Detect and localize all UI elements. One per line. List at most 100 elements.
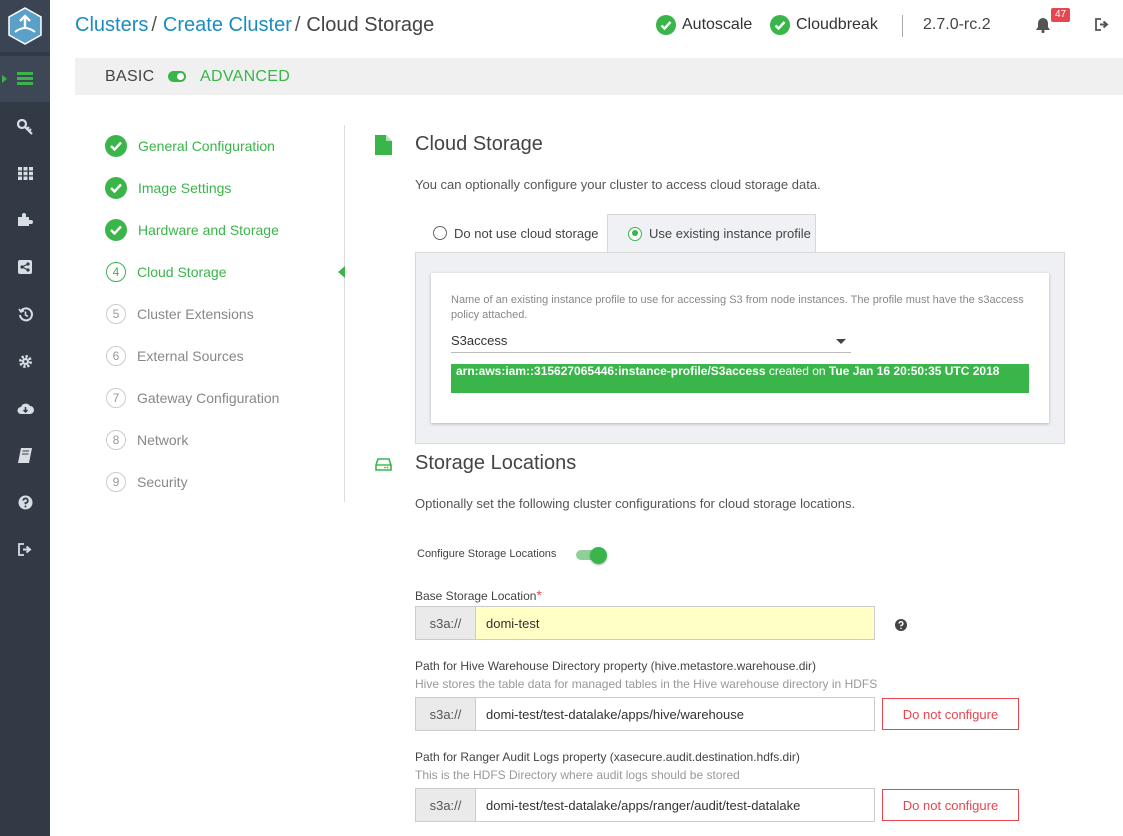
logout-icon	[17, 542, 32, 556]
gear-icon	[18, 354, 32, 368]
tab-label: Do not use cloud storage	[454, 225, 599, 241]
base-storage-label-text: Base Storage Location	[415, 589, 537, 603]
storage-locations-description: Optionally set the following cluster con…	[415, 496, 856, 511]
step-cloud-storage[interactable]: 4 Cloud Storage	[105, 260, 227, 284]
ranger-do-not-configure-button[interactable]: Do not configure	[882, 789, 1019, 821]
ranger-audit-input[interactable]: domi-test/test-datalake/apps/ranger/audi…	[475, 788, 875, 822]
step-number: 6	[106, 346, 126, 366]
step-number: 4	[106, 262, 126, 282]
base-storage-label: Base Storage Location*	[415, 587, 542, 603]
step-network[interactable]: 8 Network	[105, 428, 188, 452]
step-label: General Configuration	[138, 138, 275, 154]
step-hardware-and-storage[interactable]: Hardware and Storage	[105, 218, 279, 242]
radio-existing-instance-profile[interactable]	[628, 226, 642, 241]
ranger-audit-hint: This is the HDFS Directory where audit l…	[415, 768, 740, 782]
cloud-storage-title: Cloud Storage	[415, 133, 543, 155]
tab-no-cloud-storage[interactable]: Do not use cloud storage	[433, 214, 599, 252]
puzzle-icon	[18, 213, 33, 226]
step-label: Image Settings	[138, 180, 232, 196]
hive-do-not-configure-button[interactable]: Do not configure	[882, 698, 1019, 730]
question-icon[interactable]	[895, 619, 907, 631]
left-sidebar	[0, 0, 50, 836]
step-general-configuration[interactable]: General Configuration	[105, 134, 275, 158]
step-number: 9	[106, 472, 126, 492]
instance-profile-select[interactable]: S3access	[451, 331, 851, 353]
file-icon	[375, 135, 392, 155]
step-label: Cloud Storage	[137, 264, 227, 280]
breadcrumb-separator: /	[294, 14, 301, 36]
step-done-check-icon	[105, 177, 127, 199]
configure-storage-toggle[interactable]	[576, 547, 607, 564]
tab-existing-instance-profile[interactable]: Use existing instance profile	[607, 214, 816, 252]
step-label: Hardware and Storage	[138, 222, 279, 238]
top-header: Clusters / Create Cluster / Cloud Storage Au…	[50, 0, 1123, 52]
required-mark: *	[536, 587, 542, 603]
instance-profile-hint: Name of an existing instance profile to …	[451, 294, 1024, 321]
cloud-upload-logo-icon	[8, 7, 42, 45]
tab-label: Use existing instance profile	[649, 226, 811, 241]
step-cluster-extensions[interactable]: 5 Cluster Extensions	[105, 302, 254, 326]
radio-no-cloud-storage[interactable]	[433, 226, 447, 240]
breadcrumb-create-cluster[interactable]: Create Cluster	[163, 14, 292, 36]
step-gateway-configuration[interactable]: 7 Gateway Configuration	[105, 386, 279, 410]
hive-warehouse-prefix: s3a://	[415, 697, 476, 731]
mode-bar: BASIC ADVANCED	[75, 58, 1123, 95]
logout-icon	[1095, 18, 1109, 31]
step-label: Gateway Configuration	[137, 390, 280, 406]
share-icon	[18, 260, 32, 274]
step-security[interactable]: 9 Security	[105, 470, 188, 494]
notification-badge: 47	[1051, 8, 1071, 22]
grid-icon	[17, 166, 33, 180]
sidebar-item-history[interactable]	[0, 291, 50, 337]
sidebar-item-logout[interactable]	[0, 526, 50, 572]
cloud-download-icon	[17, 403, 34, 414]
step-done-check-icon	[105, 135, 127, 157]
chevron-down-icon	[836, 339, 846, 344]
history-icon	[17, 306, 33, 321]
hive-warehouse-input[interactable]: domi-test/test-datalake/apps/hive/wareho…	[475, 697, 875, 731]
steps-divider	[344, 125, 345, 502]
base-storage-input[interactable]: domi-test	[475, 606, 875, 640]
configure-storage-label: Configure Storage Locations	[417, 548, 557, 560]
sidebar-item-help[interactable]	[0, 479, 50, 525]
step-number: 5	[106, 304, 126, 324]
step-image-settings[interactable]: Image Settings	[105, 176, 231, 200]
hard-drive-icon	[375, 458, 392, 471]
sidebar-item-cloud-storage[interactable]	[0, 385, 50, 431]
step-number: 7	[106, 388, 126, 408]
sidebar-item-settings[interactable]	[0, 338, 50, 384]
status-cloudbreak-label: Cloudbreak	[796, 16, 878, 33]
arn-created-prefix: created on	[768, 364, 826, 378]
key-icon	[17, 119, 33, 135]
header-divider	[902, 15, 903, 37]
arn-created-date: Tue Jan 16 20:50:35 UTC 2018	[828, 364, 1000, 378]
sidebar-item-blueprints[interactable]	[0, 150, 50, 196]
mode-basic-label[interactable]: BASIC	[105, 68, 155, 86]
check-circle-icon	[656, 15, 676, 35]
step-label: Security	[137, 474, 188, 490]
toggle-thumb	[590, 547, 607, 564]
sidebar-item-credentials[interactable]	[0, 104, 50, 150]
bell-icon	[1036, 18, 1050, 34]
status-autoscale-label: Autoscale	[682, 16, 753, 33]
advanced-mode-toggle[interactable]	[168, 71, 186, 82]
step-external-sources[interactable]: 6 External Sources	[105, 344, 244, 368]
step-label: Cluster Extensions	[137, 306, 254, 322]
status-cloudbreak: Cloudbreak	[770, 15, 878, 35]
breadcrumb: Clusters / Create Cluster / Cloud Storage	[75, 14, 434, 37]
step-label: External Sources	[137, 348, 244, 364]
notifications-button[interactable]	[1035, 17, 1051, 38]
sidebar-item-shared-services[interactable]	[0, 244, 50, 290]
mode-advanced-label[interactable]: ADVANCED	[200, 68, 290, 86]
app-logo[interactable]	[0, 0, 50, 52]
header-logout-button[interactable]	[1095, 18, 1109, 36]
sidebar-item-recipes[interactable]	[0, 196, 50, 242]
book-icon	[18, 447, 32, 463]
sidebar-item-clusters[interactable]	[0, 56, 50, 102]
hive-warehouse-hint: Hive stores the table data for managed t…	[415, 677, 878, 691]
question-icon	[18, 495, 32, 509]
breadcrumb-clusters[interactable]: Clusters	[75, 14, 148, 36]
sidebar-item-documentation[interactable]	[0, 432, 50, 478]
current-step-pointer	[338, 266, 345, 278]
arn-value: arn:aws:iam::315627065446:instance-profi…	[456, 364, 766, 378]
